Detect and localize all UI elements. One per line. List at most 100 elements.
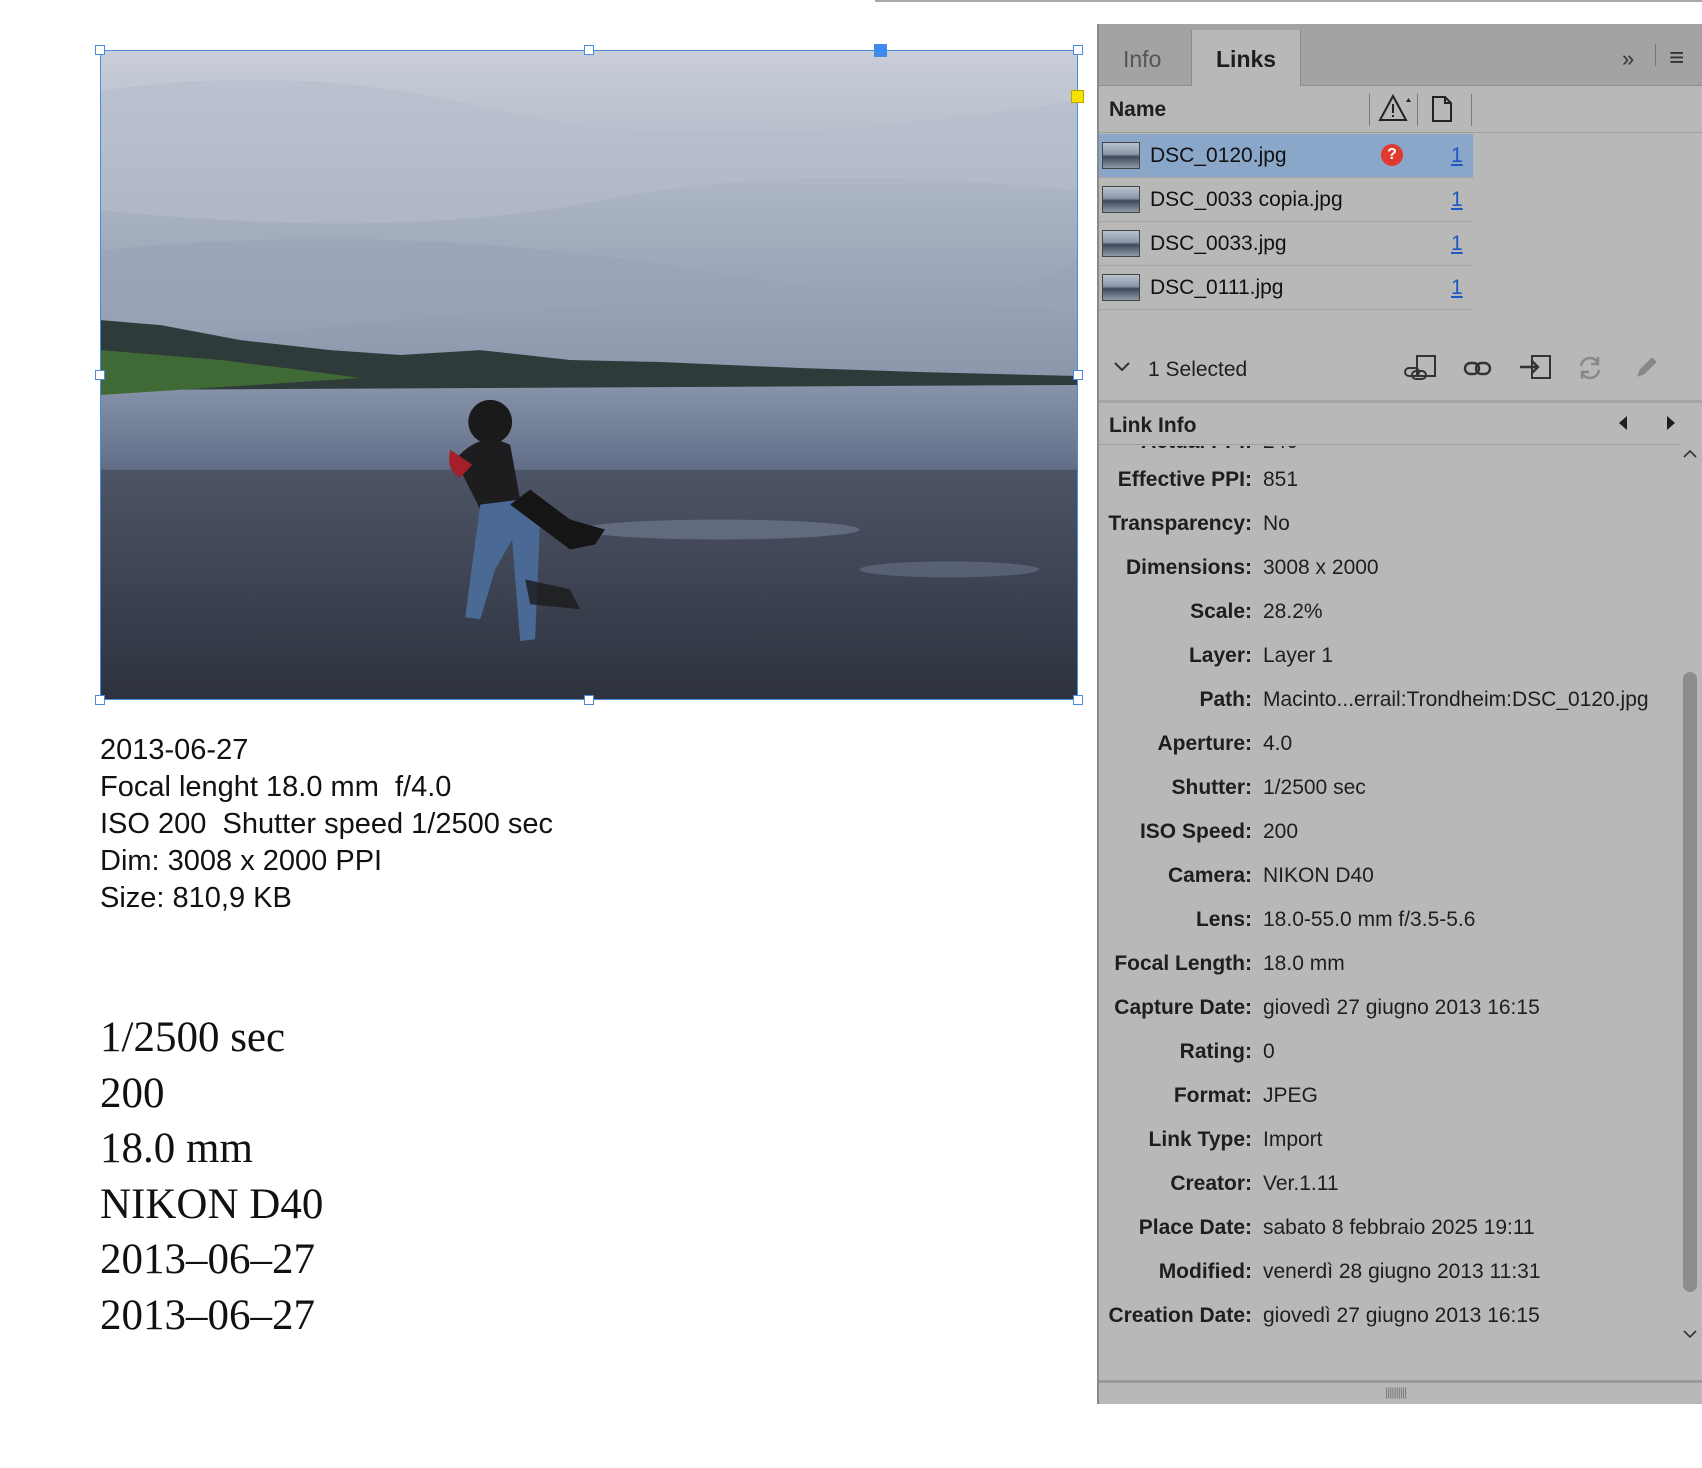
info-value: No	[1263, 512, 1290, 535]
resize-handle-left[interactable]	[95, 370, 105, 380]
chevron-down-icon[interactable]	[1113, 356, 1131, 379]
link-page-number[interactable]: 1	[1451, 188, 1463, 212]
collapse-panel-icon[interactable]: »	[1622, 46, 1634, 72]
info-row: Lens: 18.0-55.0 mm f/3.5-5.6	[1099, 908, 1679, 938]
info-value: 28.2%	[1263, 600, 1323, 623]
info-key: Path:	[1199, 688, 1253, 711]
panel-menu-icon[interactable]: ≡	[1669, 42, 1684, 73]
corner-radius-handle[interactable]	[1071, 90, 1084, 103]
scroll-thumb[interactable]	[1683, 672, 1697, 1292]
caption-line-size: Size: 810,9 KB	[100, 882, 292, 914]
info-value: 1/2500 sec	[1263, 776, 1366, 799]
info-row: Place Date: sabato 8 febbraio 2025 19:11	[1099, 1216, 1679, 1246]
link-row[interactable]: DSC_0033 copia.jpg 1	[1099, 178, 1473, 222]
info-value: giovedì 27 giugno 2013 16:15	[1263, 996, 1540, 1019]
resize-handle-top-left[interactable]	[95, 45, 105, 55]
info-value: Macinto...errail:Trondheim:DSC_0120.jpg	[1263, 688, 1649, 711]
resize-handle-top-selected[interactable]	[874, 44, 887, 57]
selection-toolbar: 1 Selected	[1099, 340, 1702, 403]
info-value: giovedì 27 giugno 2013 16:15	[1263, 1304, 1540, 1327]
info-value: Layer 1	[1263, 644, 1334, 667]
info-key: Format:	[1173, 1084, 1252, 1107]
metadata-text-frame[interactable]: 1/2500 sec 200 18.0 mm NIKON D40 2013–06…	[100, 1010, 323, 1343]
link-thumbnail	[1102, 142, 1140, 169]
go-to-link-icon[interactable]	[1463, 358, 1493, 386]
embed-icon[interactable]	[1518, 354, 1552, 387]
meta-date-1: 2013–06–27	[100, 1236, 315, 1283]
link-filename: DSC_0033.jpg	[1150, 232, 1287, 255]
resize-handle-right[interactable]	[1073, 370, 1083, 380]
info-key: Dimensions:	[1125, 556, 1252, 579]
resize-handle-top-right[interactable]	[1073, 45, 1083, 55]
panel-footer: ||||||||||	[1099, 1380, 1702, 1407]
info-row: Link Type: Import	[1099, 1128, 1679, 1158]
meta-focal: 18.0 mm	[100, 1125, 253, 1172]
info-value: 851	[1263, 468, 1299, 491]
info-row: Format: JPEG	[1099, 1084, 1679, 1114]
caption-line-dim: Dim: 3008 x 2000 PPI	[100, 845, 383, 877]
resize-handle-bottom-left[interactable]	[95, 695, 105, 705]
column-divider	[1369, 94, 1370, 126]
info-key: Lens:	[1195, 908, 1252, 931]
link-row[interactable]: DSC_0033.jpg 1	[1099, 222, 1473, 266]
info-value: 0	[1263, 1040, 1275, 1063]
info-key: ISO Speed:	[1139, 820, 1252, 843]
link-info-list: Actual PPI: 240 Effective PPI: 851 Transpa…	[1099, 446, 1679, 1366]
resize-handle-bottom[interactable]	[584, 695, 594, 705]
link-page-number[interactable]: 1	[1451, 144, 1463, 168]
resize-handle-bottom-right[interactable]	[1073, 695, 1083, 705]
info-row: Transparency: No	[1099, 512, 1679, 542]
info-key: Focal Length:	[1114, 952, 1252, 975]
links-list: DSC_0120.jpg ? 1 DSC_0033 copia.jpg 1 DS…	[1099, 134, 1473, 310]
link-thumbnail	[1102, 186, 1140, 213]
info-row: Focal Length: 18.0 mm	[1099, 952, 1679, 982]
caption-text-frame[interactable]: 2013-06-27 Focal lenght 18.0 mm f/4.0 IS…	[100, 732, 553, 917]
next-link-icon[interactable]	[1665, 414, 1677, 437]
landscape-photo	[101, 51, 1077, 699]
resize-handle-top[interactable]	[584, 45, 594, 55]
info-row-partial: Actual PPI: 240	[1099, 446, 1679, 460]
info-value: 4.0	[1263, 732, 1293, 755]
info-key: Effective PPI:	[1117, 468, 1252, 491]
info-key: Link Type:	[1148, 1128, 1252, 1151]
scroll-down-icon[interactable]	[1682, 1326, 1698, 1344]
info-row: Rating: 0	[1099, 1040, 1679, 1070]
relink-icon[interactable]	[1401, 354, 1439, 389]
tab-links[interactable]: Links	[1191, 30, 1302, 86]
tab-bar-divider	[1655, 44, 1656, 66]
caption-line-iso: ISO 200 Shutter speed 1/2500 sec	[100, 808, 554, 840]
info-value: Ver.1.11	[1263, 1172, 1339, 1195]
info-row: Aperture: 4.0	[1099, 732, 1679, 762]
info-key: Rating:	[1179, 1040, 1252, 1063]
scroll-up-icon[interactable]	[1682, 446, 1698, 464]
update-link-icon[interactable]	[1576, 354, 1604, 389]
image-frame[interactable]	[100, 50, 1078, 700]
link-row-selected[interactable]: DSC_0120.jpg ? 1	[1099, 134, 1473, 178]
meta-iso: 200	[100, 1069, 165, 1117]
link-filename: DSC_0111.jpg	[1150, 276, 1284, 299]
info-key: Aperture:	[1157, 732, 1252, 755]
info-value: 3008 x 2000	[1263, 556, 1379, 579]
info-row: Modified: venerdì 28 giugno 2013 11:31	[1099, 1260, 1679, 1290]
info-value: JPEG	[1263, 1084, 1318, 1107]
page-icon[interactable]	[1431, 95, 1453, 128]
info-value: sabato 8 febbraio 2025 19:11	[1263, 1216, 1535, 1239]
info-key: Shutter:	[1171, 776, 1253, 799]
warning-triangle-icon[interactable]	[1378, 92, 1414, 129]
previous-link-icon[interactable]	[1617, 414, 1629, 437]
info-key: Scale:	[1190, 600, 1252, 623]
resize-grip-icon[interactable]: ||||||||||	[1385, 1385, 1407, 1399]
edit-original-icon[interactable]	[1634, 354, 1660, 387]
link-page-number[interactable]: 1	[1451, 276, 1463, 300]
link-row[interactable]: DSC_0111.jpg 1	[1099, 266, 1473, 310]
link-page-number[interactable]: 1	[1451, 232, 1463, 256]
info-value: 18.0 mm	[1263, 952, 1345, 975]
missing-link-status-icon[interactable]: ?	[1381, 144, 1403, 166]
column-name-header[interactable]: Name	[1109, 98, 1166, 122]
info-row: ISO Speed: 200	[1099, 820, 1679, 850]
selection-count: 1 Selected	[1148, 358, 1248, 381]
info-key: Place Date:	[1138, 1216, 1252, 1239]
tab-info[interactable]: Info	[1099, 30, 1185, 85]
panel-tab-bar: Info Links » ≡	[1099, 24, 1702, 86]
link-info-scrollbar[interactable]	[1679, 444, 1702, 1352]
